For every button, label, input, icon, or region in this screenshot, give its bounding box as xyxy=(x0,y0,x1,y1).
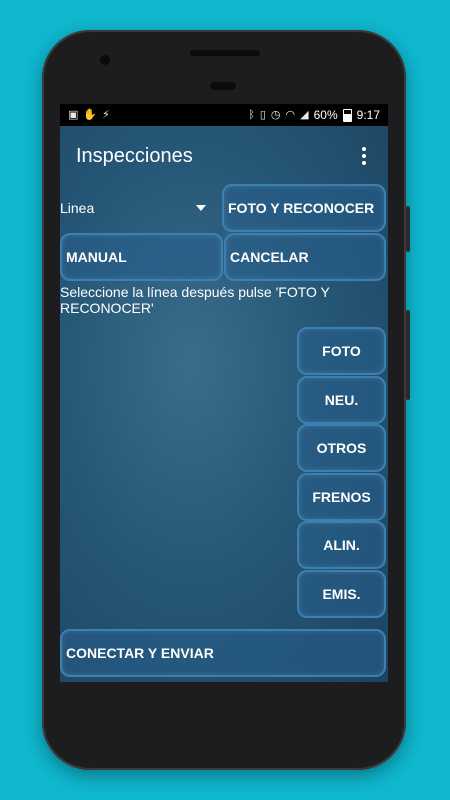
status-bar: ▣ ✋ ⚡ ᛒ ▯ ◷ ◠ ◢ 60% 9:17 xyxy=(60,104,388,126)
line-spinner[interactable]: Linea xyxy=(60,186,212,230)
connect-send-button[interactable]: CONECTAR Y ENVIAR xyxy=(60,629,386,677)
gallery-icon: ▣ xyxy=(68,108,79,121)
page-title: Inspecciones xyxy=(76,144,193,167)
foto-button[interactable]: FOTO xyxy=(297,327,386,375)
cancel-button[interactable]: CANCELAR xyxy=(224,233,386,281)
app-bar: Inspecciones xyxy=(60,126,388,186)
frenos-button[interactable]: FRENOS xyxy=(297,473,386,521)
dropdown-arrow-icon xyxy=(196,205,206,211)
wifi-icon: ◠ xyxy=(285,108,296,121)
front-camera xyxy=(100,55,110,65)
flashlight-icon: ⚡ xyxy=(102,108,110,121)
signal-icon: ◢ xyxy=(300,108,309,121)
battery-percent: 60% xyxy=(313,108,338,122)
vibrate-icon: ▯ xyxy=(259,108,266,121)
manual-button[interactable]: MANUAL xyxy=(60,233,223,281)
overflow-menu-icon[interactable] xyxy=(358,143,370,169)
proximity-sensor xyxy=(210,82,236,90)
neumaticos-button[interactable]: NEU. xyxy=(297,376,386,424)
emisiones-button[interactable]: EMIS. xyxy=(297,570,386,618)
app-screen: ▣ ✋ ⚡ ᛒ ▯ ◷ ◠ ◢ 60% 9:17 Inspecciones Li… xyxy=(60,104,388,682)
otros-button[interactable]: OTROS xyxy=(297,424,386,472)
alarm-icon: ◷ xyxy=(270,108,281,121)
photo-recognize-button[interactable]: FOTO Y RECONOCER xyxy=(222,184,386,232)
hand-icon: ✋ xyxy=(83,108,98,121)
earpiece-speaker xyxy=(190,50,260,56)
instruction-text: Seleccione la línea después pulse 'FOTO … xyxy=(60,284,330,316)
clock: 9:17 xyxy=(356,108,380,122)
bluetooth-icon: ᛒ xyxy=(248,108,255,121)
line-spinner-value: Linea xyxy=(60,200,95,216)
volume-button xyxy=(406,310,410,400)
alineacion-button[interactable]: ALIN. xyxy=(297,521,386,569)
power-button xyxy=(406,206,410,252)
battery-icon xyxy=(342,108,352,122)
